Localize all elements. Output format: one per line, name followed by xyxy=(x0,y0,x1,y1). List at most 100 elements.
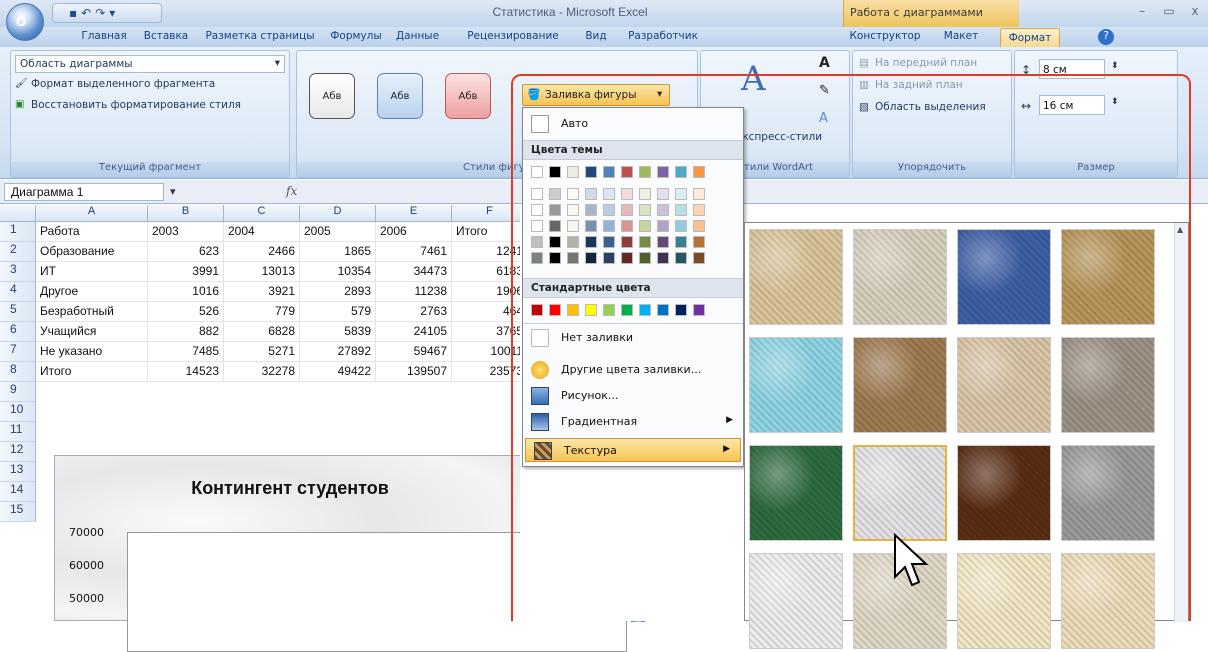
standard-color-swatch[interactable] xyxy=(585,304,597,316)
cell[interactable]: 11238 xyxy=(376,282,452,302)
theme-color-shade-swatch[interactable] xyxy=(657,220,669,232)
texture-tile-brown-marble[interactable] xyxy=(957,445,1051,541)
theme-color-shade-swatch[interactable] xyxy=(603,204,615,216)
cell[interactable]: Безработный xyxy=(36,302,148,322)
theme-color-shade-swatch[interactable] xyxy=(693,188,705,200)
row-header[interactable]: 8 xyxy=(0,362,36,382)
theme-color-shade-swatch[interactable] xyxy=(567,188,579,200)
text-outline-icon[interactable]: ✎ xyxy=(819,83,830,98)
cell[interactable]: 579 xyxy=(300,302,376,322)
shape-style-1[interactable]: Абв xyxy=(309,73,355,119)
auto-fill-item[interactable]: Авто xyxy=(523,112,743,136)
tab-format[interactable]: Формат xyxy=(1000,28,1060,47)
theme-color-swatch[interactable] xyxy=(621,166,633,178)
cell[interactable]: 1016 xyxy=(148,282,224,302)
texture-tile-green-marble[interactable] xyxy=(749,445,843,541)
row-header[interactable]: 13 xyxy=(0,462,36,482)
theme-color-shade-swatch[interactable] xyxy=(549,236,561,248)
customize-qat-icon[interactable]: ▾ xyxy=(109,6,115,20)
cell[interactable]: Не указано xyxy=(36,342,148,362)
theme-color-swatch[interactable] xyxy=(657,166,669,178)
texture-tile-newsprint[interactable] xyxy=(749,553,843,649)
theme-color-shade-swatch[interactable] xyxy=(621,204,633,216)
maximize-button[interactable]: ▭ xyxy=(1158,4,1180,18)
theme-color-shade-swatch[interactable] xyxy=(603,188,615,200)
format-selection-button[interactable]: Формат выделенного фрагмента xyxy=(31,78,215,90)
tab-home[interactable]: Главная xyxy=(78,27,130,47)
cell[interactable]: 10354 xyxy=(300,262,376,282)
texture-tile-stationery[interactable] xyxy=(1061,553,1155,649)
height-field[interactable]: 8 см xyxy=(1039,59,1105,79)
select-all-corner[interactable] xyxy=(0,205,36,222)
insert-function-button[interactable]: fx xyxy=(286,184,297,198)
texture-tile-sand[interactable] xyxy=(1061,337,1155,433)
cell[interactable]: 2005 xyxy=(300,222,376,242)
column-header[interactable]: C xyxy=(224,205,300,222)
theme-color-shade-swatch[interactable] xyxy=(567,204,579,216)
cell[interactable]: Образование xyxy=(36,242,148,262)
shape-style-2[interactable]: Абв xyxy=(377,73,423,119)
texture-tile-parchment[interactable] xyxy=(957,553,1051,649)
theme-color-shade-swatch[interactable] xyxy=(531,220,543,232)
cell[interactable]: 7485 xyxy=(148,342,224,362)
texture-tile-granite[interactable] xyxy=(1061,445,1155,541)
cell[interactable]: 34473 xyxy=(376,262,452,282)
column-header[interactable]: A xyxy=(36,205,148,222)
theme-color-shade-swatch[interactable] xyxy=(657,252,669,264)
close-button[interactable]: x xyxy=(1184,4,1206,18)
theme-color-shade-swatch[interactable] xyxy=(531,188,543,200)
theme-color-shade-swatch[interactable] xyxy=(675,236,687,248)
reset-style-button[interactable]: Восстановить форматирование стиля xyxy=(31,99,241,111)
chart-element-selector[interactable]: Область диаграммы ▾ xyxy=(15,55,285,73)
standard-color-swatch[interactable] xyxy=(675,304,687,316)
text-fill-icon[interactable]: A xyxy=(819,55,830,71)
theme-color-shade-swatch[interactable] xyxy=(693,252,705,264)
cell[interactable]: 13013 xyxy=(224,262,300,282)
cell[interactable]: 1865 xyxy=(300,242,376,262)
row-header[interactable]: 15 xyxy=(0,502,36,522)
standard-color-swatch[interactable] xyxy=(549,304,561,316)
row-header[interactable]: 5 xyxy=(0,302,36,322)
theme-color-shade-swatch[interactable] xyxy=(531,204,543,216)
theme-color-shade-swatch[interactable] xyxy=(585,204,597,216)
cell[interactable]: 24105 xyxy=(376,322,452,342)
tab-insert[interactable]: Вставка xyxy=(140,27,192,47)
cell[interactable]: Другое xyxy=(36,282,148,302)
tab-design[interactable]: Конструктор xyxy=(846,27,924,47)
theme-color-shade-swatch[interactable] xyxy=(693,220,705,232)
theme-color-swatch[interactable] xyxy=(549,166,561,178)
theme-color-shade-swatch[interactable] xyxy=(531,236,543,248)
row-header[interactable]: 1 xyxy=(0,222,36,242)
texture-tile-woven-mat[interactable] xyxy=(1061,229,1155,325)
theme-color-swatch[interactable] xyxy=(567,166,579,178)
cell[interactable]: 2466 xyxy=(224,242,300,262)
theme-color-swatch[interactable] xyxy=(603,166,615,178)
cell[interactable]: 23573 xyxy=(452,362,528,382)
row-header[interactable]: 3 xyxy=(0,262,36,282)
chart-area[interactable]: Контингент студентов 70000 60000 50000 ▪… xyxy=(54,455,721,652)
width-spinner[interactable]: ⬍ xyxy=(1111,97,1119,107)
cell[interactable]: 2006 xyxy=(376,222,452,242)
texture-tile-water-droplets[interactable] xyxy=(749,337,843,433)
cell[interactable]: 1241 xyxy=(452,242,528,262)
cell[interactable]: 882 xyxy=(148,322,224,342)
theme-color-shade-swatch[interactable] xyxy=(585,220,597,232)
tab-formulas[interactable]: Формулы xyxy=(327,27,385,47)
theme-color-shade-swatch[interactable] xyxy=(675,188,687,200)
theme-color-shade-swatch[interactable] xyxy=(549,252,561,264)
theme-color-shade-swatch[interactable] xyxy=(621,220,633,232)
theme-color-swatch[interactable] xyxy=(585,166,597,178)
send-back-button[interactable]: На задний план xyxy=(875,79,963,91)
theme-color-shade-swatch[interactable] xyxy=(549,204,561,216)
cell[interactable]: 27892 xyxy=(300,342,376,362)
bring-front-button[interactable]: На передний план xyxy=(875,57,977,69)
cell[interactable]: 464 xyxy=(452,302,528,322)
cell[interactable]: 7461 xyxy=(376,242,452,262)
shape-fill-button[interactable]: 🪣 Заливка фигуры ▾ xyxy=(522,84,670,106)
row-header[interactable]: 2 xyxy=(0,242,36,262)
row-header[interactable]: 9 xyxy=(0,382,36,402)
gallery-scrollbar[interactable]: ▲ xyxy=(1174,223,1188,622)
theme-color-shade-swatch[interactable] xyxy=(639,188,651,200)
width-field[interactable]: 16 см xyxy=(1039,95,1105,115)
theme-color-shade-swatch[interactable] xyxy=(621,252,633,264)
